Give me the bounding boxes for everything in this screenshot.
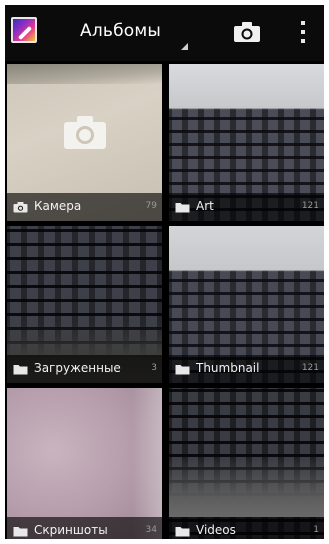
gallery-screen: Альбомы Камера 79 Art 121 Загруженные 3 … bbox=[5, 5, 324, 539]
album-caption: Загруженные 3 bbox=[7, 355, 162, 383]
album-count: 34 bbox=[145, 525, 157, 535]
album-name: Камера bbox=[34, 199, 82, 213]
album-tile-downloads[interactable]: Загруженные 3 bbox=[7, 226, 162, 383]
album-tile-screenshots[interactable]: Скриншоты 34 bbox=[7, 388, 162, 539]
album-caption: Thumbnail 121 bbox=[169, 355, 324, 383]
album-name: Videos bbox=[196, 523, 236, 537]
album-caption: Камера 79 bbox=[7, 193, 162, 221]
album-tile-thumbnail[interactable]: Thumbnail 121 bbox=[169, 226, 324, 383]
camera-button[interactable] bbox=[233, 21, 261, 43]
album-name: Загруженные bbox=[34, 361, 121, 375]
album-name: Скриншоты bbox=[34, 523, 108, 537]
album-caption: Videos 1 bbox=[169, 517, 324, 539]
album-tile-camera[interactable]: Камера 79 bbox=[7, 64, 162, 221]
overflow-dot bbox=[301, 30, 305, 34]
album-tile-videos[interactable]: Videos 1 bbox=[169, 388, 324, 539]
album-count: 3 bbox=[151, 363, 157, 373]
folder-icon bbox=[13, 527, 28, 537]
camera-icon bbox=[234, 22, 260, 42]
album-caption: Скриншоты 34 bbox=[7, 517, 162, 539]
album-name: Art bbox=[196, 199, 214, 213]
album-spinner-title[interactable]: Альбомы bbox=[80, 21, 161, 41]
camera-placeholder-icon bbox=[64, 116, 106, 149]
overflow-dot bbox=[301, 39, 305, 43]
album-tile-art[interactable]: Art 121 bbox=[169, 64, 324, 221]
album-count: 121 bbox=[301, 201, 319, 211]
album-count: 79 bbox=[145, 201, 157, 211]
overflow-dot bbox=[301, 21, 305, 25]
folder-icon bbox=[175, 203, 190, 213]
gallery-app-icon[interactable] bbox=[11, 17, 37, 43]
camera-icon bbox=[13, 202, 28, 213]
folder-icon bbox=[175, 365, 190, 375]
album-name: Thumbnail bbox=[196, 361, 260, 375]
album-count: 1 bbox=[313, 525, 319, 535]
album-count: 121 bbox=[301, 363, 319, 373]
album-caption: Art 121 bbox=[169, 193, 324, 221]
overflow-menu-button[interactable] bbox=[299, 21, 307, 43]
action-bar: Альбомы bbox=[5, 5, 324, 61]
folder-icon bbox=[175, 527, 190, 537]
folder-icon bbox=[13, 365, 28, 375]
spinner-dropdown-icon[interactable] bbox=[181, 43, 188, 50]
